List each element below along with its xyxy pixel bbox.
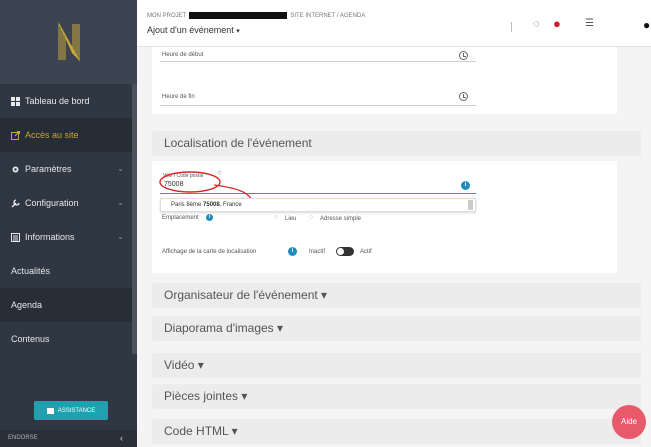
clock-icon[interactable]: ◌	[533, 18, 540, 30]
section-title: Code HTML ▾	[164, 424, 238, 438]
divider	[511, 22, 512, 32]
start-time-input[interactable]	[160, 61, 476, 62]
suggestion-match: 75008	[203, 202, 220, 208]
sidebar-item-tableau-de-bord[interactable]: Tableau de bord	[0, 84, 132, 118]
sidebar-footer: ENDORSE ‹	[0, 430, 137, 447]
collapse-sidebar-icon[interactable]: ‹	[120, 430, 123, 447]
sidebar-item-actualites[interactable]: Actualités	[0, 254, 132, 288]
brand-logo-icon	[58, 22, 79, 62]
toggle-off-label: Inactif	[309, 249, 326, 255]
user-icon[interactable]: ●	[643, 18, 650, 32]
sidebar-item-label: Paramètres	[25, 164, 72, 174]
sidebar-item-label: Contenus	[11, 334, 50, 344]
sidebar-item-label: Configuration	[25, 198, 79, 208]
page-title[interactable]: Ajout d'un événement ▾	[147, 25, 240, 35]
dashboard-icon	[11, 96, 20, 106]
section-title: Organisateur de l'événement ▾	[164, 288, 328, 302]
help-chat-label: Aide	[620, 417, 637, 426]
section-title: Pièces jointes ▾	[164, 389, 248, 403]
autocomplete-option[interactable]: Paris 8ème 75008, France	[171, 202, 242, 208]
footer-label: ENDORSE	[8, 435, 38, 441]
sidebar-item-agenda[interactable]: Agenda	[0, 288, 132, 322]
menu-icon[interactable]: ☰	[585, 18, 594, 29]
redacted-block	[189, 12, 288, 19]
breadcrumb: MON PROJET SITE INTERNET / AGENDA	[147, 12, 365, 19]
section-diaporama[interactable]: Diaporama d'images ▾	[152, 316, 641, 341]
notification-icon[interactable]: ●	[553, 16, 561, 31]
autocomplete-dropdown: Paris 8ème 75008, France	[160, 198, 476, 212]
breadcrumb-section[interactable]: SITE INTERNET / AGENDA	[290, 13, 365, 19]
sidebar-item-configuration[interactable]: Configuration ⌄	[0, 186, 132, 220]
sidebar-item-parametres[interactable]: Paramètres ⌄	[0, 152, 132, 186]
info-icon[interactable]: i	[288, 247, 297, 256]
sidebar-nav: Tableau de bord Accès au site Paramètres…	[0, 84, 132, 356]
sidebar-item-label: Informations	[25, 232, 75, 242]
sidebar-item-label: Agenda	[11, 300, 43, 310]
gear-icon	[11, 165, 20, 174]
radio-adresse[interactable]: ○	[309, 214, 313, 221]
info-icon[interactable]: i	[206, 214, 213, 221]
main-content: Heure de début Heure de fin Localisation…	[137, 47, 651, 447]
location-section-title: Localisation de l'événement	[164, 136, 312, 150]
help-chat-button[interactable]: Aide	[612, 405, 646, 439]
placement-option-lieu: Lieu	[285, 216, 297, 222]
dropdown-scrollbar[interactable]	[468, 200, 473, 210]
sidebar-item-contenus[interactable]: Contenus	[0, 322, 132, 356]
support-icon	[46, 407, 54, 414]
wrench-icon	[11, 198, 20, 208]
section-video[interactable]: Vidéo ▾	[152, 353, 641, 378]
external-link-icon	[11, 130, 20, 140]
clock-icon[interactable]	[459, 51, 468, 60]
chevron-down-icon: ⌄	[117, 232, 124, 241]
page-title-text: Ajout d'un événement	[147, 25, 234, 35]
map-display-toggle[interactable]	[336, 247, 354, 256]
sidebar-item-label: Tableau de bord	[25, 96, 90, 106]
radio-lieu[interactable]: ○	[274, 214, 278, 221]
section-title: Diaporama d'images ▾	[164, 321, 284, 335]
assistance-button[interactable]: ASSISTANCE	[34, 401, 108, 420]
location-section-header[interactable]: Localisation de l'événement	[152, 131, 641, 156]
chevron-down-icon: ⌄	[117, 164, 124, 173]
suggestion-text-end: , France	[219, 202, 242, 208]
list-icon	[11, 232, 20, 242]
sidebar-item-label: Actualités	[11, 266, 51, 276]
section-organisateur[interactable]: Organisateur de l'événement ▾	[152, 283, 641, 308]
sidebar-item-acces-au-site[interactable]: Accès au site	[0, 118, 132, 152]
toggle-on-label: Actif	[360, 249, 372, 255]
suggestion-text: Paris 8ème	[171, 202, 204, 208]
time-fields-card: Heure de début Heure de fin	[152, 47, 617, 114]
end-time-input[interactable]	[160, 105, 476, 106]
sidebar-item-label: Accès au site	[25, 130, 79, 140]
info-icon[interactable]: i	[461, 181, 470, 190]
section-pieces-jointes[interactable]: Pièces jointes ▾	[152, 384, 641, 409]
section-title: Vidéo ▾	[164, 358, 204, 372]
breadcrumb-project[interactable]: MON PROJET	[147, 13, 186, 19]
sidebar: Tableau de bord Accès au site Paramètres…	[0, 0, 137, 447]
start-time-label: Heure de début	[162, 52, 204, 58]
placement-option-adresse: Adresse simple	[320, 216, 362, 222]
top-bar: MON PROJET SITE INTERNET / AGENDA Ajout d…	[137, 0, 651, 47]
caret-down-icon: ▾	[236, 28, 240, 35]
sidebar-item-informations[interactable]: Informations ⌄	[0, 220, 132, 254]
placement-label: Emplacement	[162, 215, 199, 221]
map-display-label: Affichage de la carte de localisation	[162, 249, 257, 255]
chevron-down-icon: ⌄	[117, 198, 124, 207]
assistance-label: ASSISTANCE	[57, 407, 96, 414]
section-code-html[interactable]: Code HTML ▾	[152, 419, 641, 444]
location-card: Ville / Code postal ○ 75008 i Paris 8ème…	[152, 161, 617, 273]
end-time-label: Heure de fin	[162, 94, 195, 100]
logo[interactable]	[0, 0, 137, 84]
clock-icon[interactable]	[459, 92, 468, 101]
